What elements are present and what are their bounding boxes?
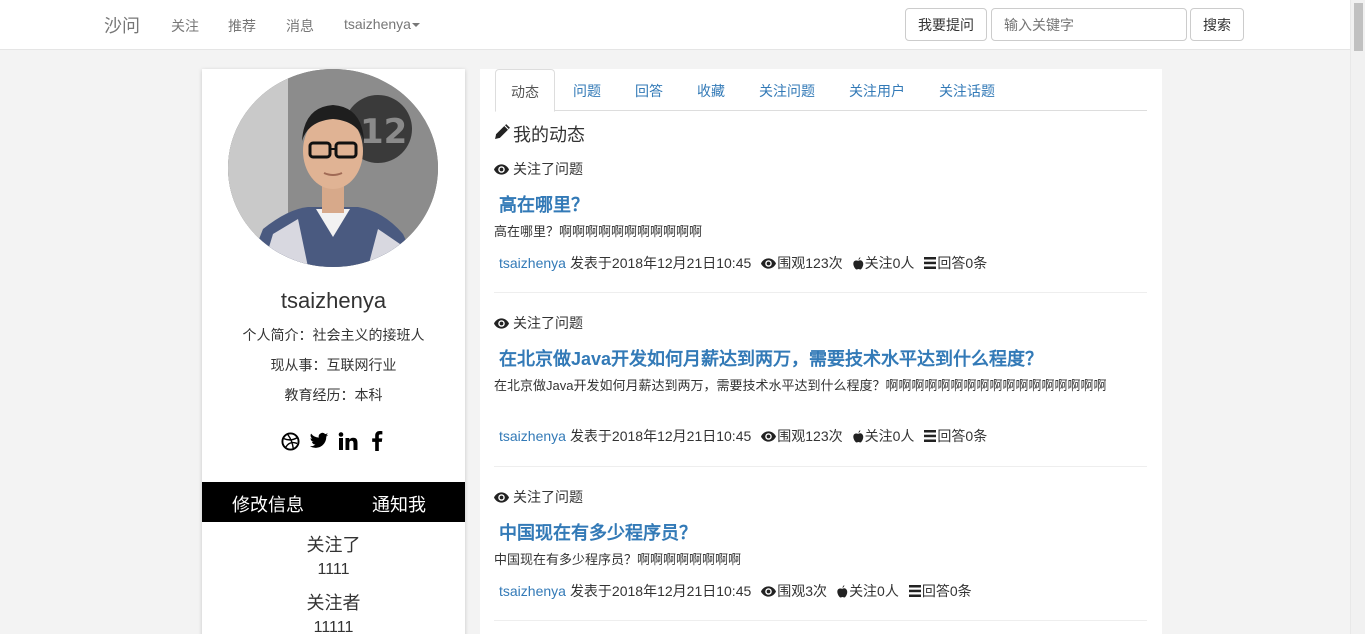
apple-icon xyxy=(852,429,863,442)
linkedin-icon[interactable] xyxy=(338,431,358,451)
caret-down-icon xyxy=(411,23,420,28)
views-count: 围观123次 xyxy=(777,255,843,271)
profile-occupation: 现从事：互联网行业 xyxy=(270,357,397,373)
profile-education: 教育经历：本科 xyxy=(284,387,383,403)
dribbble-icon[interactable] xyxy=(280,431,300,451)
feed-item: 关注了问题 在北京做Java开发如何月薪达到两万，需要技术水平达到什么程度？ 在… xyxy=(494,313,1147,467)
nav-link-messages[interactable]: 消息 xyxy=(286,16,314,36)
section-title: 我的动态 xyxy=(494,121,585,147)
profile-action-bar: 修改信息 通知我 xyxy=(202,482,465,522)
brand-logo[interactable]: 沙问 xyxy=(104,12,140,38)
page-scrollbar[interactable] xyxy=(1350,0,1365,634)
post-date: 发表于2018年12月21日10:45 xyxy=(569,428,752,444)
feed-item: 关注了问题 高在哪里？ 高在哪里？啊啊啊啊啊啊啊啊啊啊啊 tsaizhenya … xyxy=(494,159,1147,293)
notify-me-button[interactable]: 通知我 xyxy=(372,491,426,517)
tab-activity[interactable]: 动态 xyxy=(495,69,555,112)
eye-icon xyxy=(761,585,777,597)
post-date: 发表于2018年12月21日10:45 xyxy=(569,255,752,271)
list-icon xyxy=(924,430,937,442)
question-title-link[interactable]: 中国现在有多少程序员？ xyxy=(499,519,697,545)
tab-questions[interactable]: 问题 xyxy=(573,69,601,111)
eye-icon xyxy=(494,317,509,329)
question-excerpt: 中国现在有多少程序员？啊啊啊啊啊啊啊啊 xyxy=(494,552,742,567)
question-meta: tsaizhenya 发表于2018年12月21日10:45 围观123次 关注… xyxy=(499,426,987,446)
following-label[interactable]: 关注了 xyxy=(202,531,465,557)
tab-favorites[interactable]: 收藏 xyxy=(697,69,725,111)
apple-icon xyxy=(852,256,863,269)
question-meta: tsaizhenya 发表于2018年12月21日10:45 围观3次 关注0人… xyxy=(499,581,972,601)
author-link[interactable]: tsaizhenya xyxy=(499,428,566,444)
tab-followed-users[interactable]: 关注用户 xyxy=(849,69,905,111)
navbar: 沙问 关注 推荐 消息 tsaizhenya 我要提问 搜索 xyxy=(0,0,1350,50)
author-link[interactable]: tsaizhenya xyxy=(499,255,566,271)
followers-label[interactable]: 关注者 xyxy=(202,589,465,615)
feed-activity-text: 关注了问题 xyxy=(513,161,583,177)
profile-card: 12 tsaizhenya 个人简介：社会主义的接班人 现从事：互联网行业 教育… xyxy=(202,69,465,634)
main-content: 动态 问题 回答 收藏 关注问题 关注用户 关注话题 我的动态 关注了问题 高在… xyxy=(480,69,1162,634)
following-count[interactable]: 1111 xyxy=(202,561,465,579)
question-title-link[interactable]: 在北京做Java开发如何月薪达到两万，需要技术水平达到什么程度？ xyxy=(499,345,1043,371)
search-input[interactable] xyxy=(991,8,1187,41)
pencil-icon xyxy=(494,123,511,145)
views-stat: 围观123次 xyxy=(761,253,843,273)
eye-icon xyxy=(494,491,509,503)
profile-tabs: 动态 问题 回答 收藏 关注问题 关注用户 关注话题 xyxy=(495,69,1147,112)
list-icon xyxy=(924,257,937,269)
author-link[interactable]: tsaizhenya xyxy=(499,583,566,599)
list-icon xyxy=(908,585,921,597)
follows-count: 关注0人 xyxy=(849,583,899,599)
eye-icon xyxy=(494,163,509,175)
tab-followed-topics[interactable]: 关注话题 xyxy=(939,69,995,111)
profile-username: tsaizhenya xyxy=(280,288,387,313)
social-links xyxy=(202,431,465,451)
scrollbar-thumb[interactable] xyxy=(1354,3,1363,51)
question-excerpt: 在北京做Java开发如何月薪达到两万，需要技术水平达到什么程度？啊啊啊啊啊啊啊啊… xyxy=(494,378,1107,393)
answers-count: 回答0条 xyxy=(921,583,972,599)
svg-text:12: 12 xyxy=(360,112,407,152)
follows-count: 关注0人 xyxy=(864,428,915,444)
facebook-icon[interactable] xyxy=(367,431,387,451)
eye-icon xyxy=(761,430,777,442)
feed-activity-text: 关注了问题 xyxy=(513,315,583,331)
search-button[interactable]: 搜索 xyxy=(1190,8,1244,41)
follows-stat: 关注0人 xyxy=(852,253,915,273)
answers-stat: 回答0条 xyxy=(908,581,972,601)
feed-activity-text: 关注了问题 xyxy=(513,489,583,505)
followers-count[interactable]: 11111 xyxy=(202,619,465,634)
answers-stat: 回答0条 xyxy=(924,253,987,273)
tab-followed-questions[interactable]: 关注问题 xyxy=(759,69,815,111)
post-date: 发表于2018年12月21日10:45 xyxy=(569,583,752,599)
answers-count: 回答0条 xyxy=(937,255,988,271)
avatar: 12 xyxy=(228,69,438,267)
section-title-text: 我的动态 xyxy=(513,125,585,145)
feed-activity: 关注了问题 xyxy=(494,313,583,333)
edit-info-button[interactable]: 修改信息 xyxy=(232,491,304,517)
follows-stat: 关注0人 xyxy=(852,426,915,446)
views-count: 围观3次 xyxy=(777,583,828,599)
question-excerpt: 高在哪里？啊啊啊啊啊啊啊啊啊啊啊 xyxy=(494,224,703,239)
nav-link-recommend[interactable]: 推荐 xyxy=(228,16,256,36)
answers-count: 回答0条 xyxy=(937,428,988,444)
eye-icon xyxy=(761,257,777,269)
follows-stat: 关注0人 xyxy=(837,581,899,601)
tab-answers[interactable]: 回答 xyxy=(635,69,663,111)
views-stat: 围观123次 xyxy=(761,426,843,446)
feed-activity: 关注了问题 xyxy=(494,487,583,507)
answers-stat: 回答0条 xyxy=(924,426,987,446)
feed-item: 关注了问题 中国现在有多少程序员？ 中国现在有多少程序员？啊啊啊啊啊啊啊啊 ts… xyxy=(494,487,1147,621)
apple-icon xyxy=(837,584,848,597)
question-meta: tsaizhenya 发表于2018年12月21日10:45 围观123次 关注… xyxy=(499,253,987,273)
views-stat: 围观3次 xyxy=(761,581,827,601)
views-count: 围观123次 xyxy=(777,428,843,444)
twitter-icon[interactable] xyxy=(309,431,329,451)
user-dropdown[interactable]: tsaizhenya xyxy=(344,16,420,32)
profile-bio: 个人简介：社会主义的接班人 xyxy=(242,327,425,343)
ask-question-button[interactable]: 我要提问 xyxy=(905,8,987,41)
feed-activity: 关注了问题 xyxy=(494,159,583,179)
follows-count: 关注0人 xyxy=(864,255,915,271)
user-dropdown-label: tsaizhenya xyxy=(344,16,411,32)
nav-link-follow[interactable]: 关注 xyxy=(171,16,199,36)
question-title-link[interactable]: 高在哪里？ xyxy=(499,191,589,217)
